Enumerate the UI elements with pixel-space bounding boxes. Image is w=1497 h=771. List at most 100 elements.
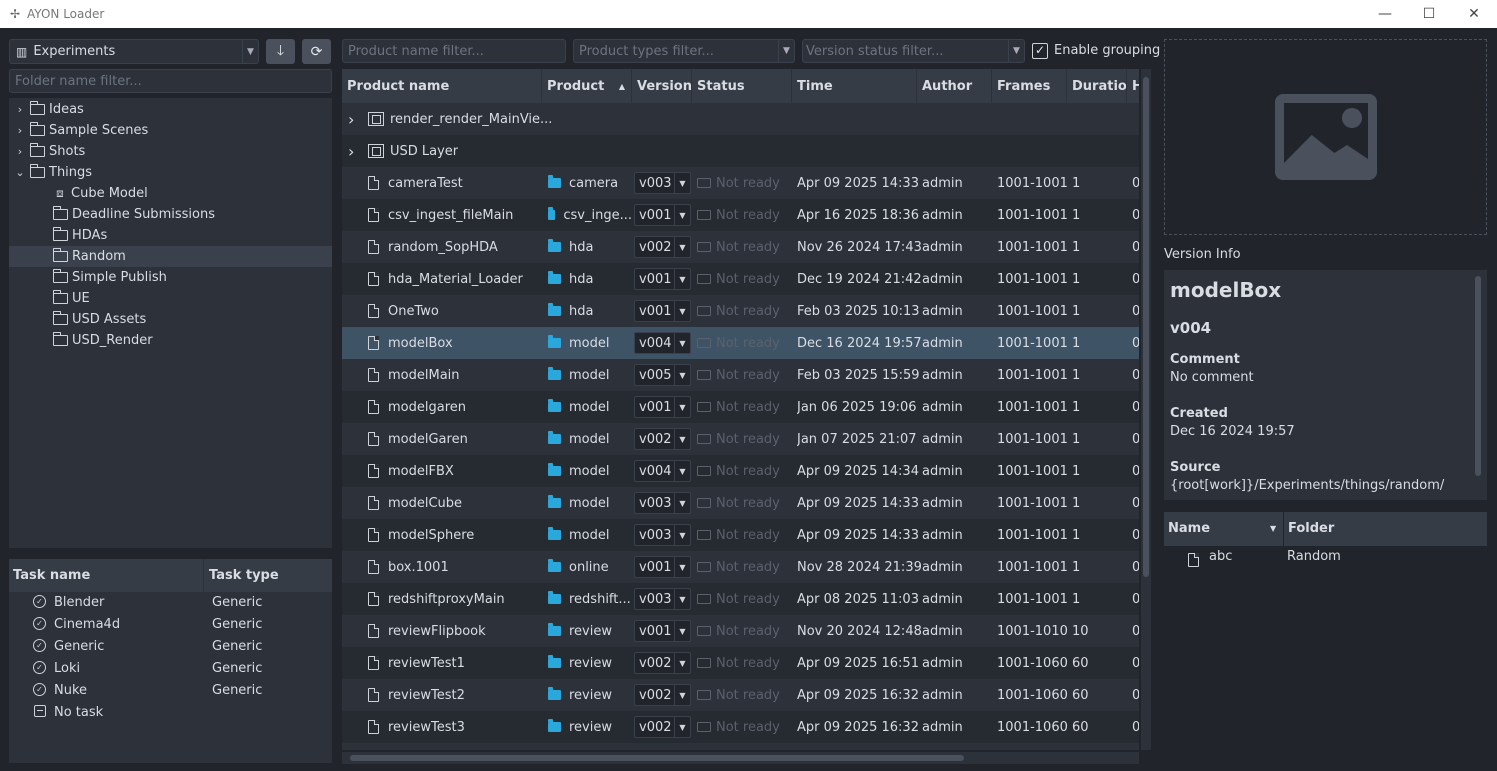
column-header-product[interactable]: Product ▲ — [542, 69, 632, 103]
version-dropdown[interactable]: v001 ▼ — [634, 620, 691, 642]
rep-name-header[interactable]: Name — [1168, 521, 1210, 536]
column-header-status[interactable]: Status — [692, 69, 792, 103]
scroll-thumb[interactable] — [1143, 77, 1149, 577]
product-row[interactable]: box.1001 online v001 ▼ Not ready Nov 28 2024 … — [342, 551, 1139, 583]
product-row[interactable]: modelBox model v004 ▼ Not ready Dec 16 2024 1… — [342, 327, 1139, 359]
folder-item[interactable]: › Shots — [9, 141, 332, 162]
chevron-right-icon[interactable]: › — [14, 103, 26, 116]
column-header-product-name[interactable]: Product name — [342, 69, 542, 103]
column-header-h[interactable]: H — [1127, 69, 1139, 103]
column-header-duratio[interactable]: Duratio — [1067, 69, 1127, 103]
version-dropdown[interactable]: v004 ▼ — [634, 460, 691, 482]
product-row[interactable]: hda_Material_Loader hda v001 ▼ Not ready Dec … — [342, 263, 1139, 295]
product-name-filter-input[interactable]: Product name filter... — [342, 39, 566, 63]
chevron-right-icon[interactable]: › — [14, 124, 26, 137]
task-name-header[interactable]: Task name — [13, 568, 90, 583]
scroll-thumb[interactable] — [350, 755, 964, 761]
product-name: redshiftproxyMain — [388, 591, 505, 607]
version-dropdown[interactable]: v002 ▼ — [634, 236, 691, 258]
column-header-author[interactable]: Author — [917, 69, 992, 103]
column-header-label: Product — [547, 78, 605, 94]
product-table-vertical-scrollbar[interactable] — [1141, 69, 1151, 750]
column-header-version[interactable]: Version — [632, 69, 692, 103]
product-row[interactable]: reviewTest3 review v002 ▼ Not ready Apr 09 20… — [342, 711, 1139, 743]
version-dropdown[interactable]: v002 ▼ — [634, 652, 691, 674]
refresh-button[interactable]: ⟳ — [302, 39, 331, 64]
product-row[interactable]: modelFBX model v004 ▼ Not ready Apr 09 2025 1… — [342, 455, 1139, 487]
version-dropdown[interactable]: v001 ▼ — [634, 204, 691, 226]
product-row[interactable]: reviewTest2 review v002 ▼ Not ready Apr 09 20… — [342, 679, 1139, 711]
representation-row[interactable]: abc Random — [1164, 546, 1487, 568]
folder-item[interactable]: Random — [9, 246, 332, 267]
folder-item[interactable]: USD_Render — [9, 330, 332, 351]
task-row[interactable]: ✓ Loki Generic — [9, 658, 332, 680]
product-row[interactable]: reviewTest1 review v002 ▼ Not ready Apr 09 20… — [342, 647, 1139, 679]
go-to-current-button[interactable]: 🡓 — [266, 39, 295, 64]
version-dropdown[interactable]: v001 ▼ — [634, 300, 691, 322]
chevron-right-icon[interactable]: › — [348, 110, 362, 129]
chevron-right-icon[interactable]: › — [14, 145, 26, 158]
version-dropdown[interactable]: v005 ▼ — [634, 364, 691, 386]
product-table-horizontal-scrollbar[interactable] — [342, 752, 1139, 764]
product-row[interactable]: cameraTest camera v003 ▼ Not ready Apr 09 202… — [342, 167, 1139, 199]
product-row[interactable]: reviewFlipbook review v001 ▼ Not ready Nov 20… — [342, 615, 1139, 647]
maximize-button[interactable]: ☐ — [1406, 0, 1452, 28]
folder-item[interactable]: Simple Publish — [9, 267, 332, 288]
version-status-filter[interactable]: Version status filter... ▼ — [802, 39, 1025, 63]
enable-grouping-checkbox[interactable]: ✓ — [1032, 43, 1048, 59]
product-row[interactable]: modelGaren model v002 ▼ Not ready Jan 07 2025… — [342, 423, 1139, 455]
folder-item[interactable]: HDAs — [9, 225, 332, 246]
minimize-button[interactable]: — — [1362, 0, 1408, 28]
version-dropdown[interactable]: v001 ▼ — [634, 556, 691, 578]
rep-folder-header[interactable]: Folder — [1288, 521, 1334, 536]
project-selector[interactable]: ▥ Experiments ▼ — [9, 39, 259, 64]
chevron-down-icon[interactable]: ⌄ — [14, 166, 26, 179]
column-header-time[interactable]: Time — [792, 69, 917, 103]
column-header-label: Status — [697, 78, 745, 94]
product-row[interactable]: modelCube model v003 ▼ Not ready Apr 09 2025 … — [342, 487, 1139, 519]
version-info-scrollbar[interactable] — [1475, 276, 1481, 476]
version-dropdown[interactable]: v002 ▼ — [634, 716, 691, 738]
folder-filter-input[interactable]: Folder name filter... — [9, 69, 332, 93]
product-row[interactable]: csv_ingest_fileMain csv_inge... v001 ▼ Not r… — [342, 199, 1139, 231]
product-row[interactable]: modelgaren model v001 ▼ Not ready Jan 06 2025… — [342, 391, 1139, 423]
version-dropdown[interactable]: v001 ▼ — [634, 396, 691, 418]
folder-item[interactable]: UE — [9, 288, 332, 309]
product-row[interactable]: OneTwo hda v001 ▼ Not ready Feb 03 2025 10:13… — [342, 295, 1139, 327]
product-duration: 60 — [1072, 655, 1089, 671]
version-dropdown[interactable]: v003 ▼ — [634, 172, 691, 194]
chevron-right-icon[interactable]: › — [348, 142, 362, 161]
version-dropdown[interactable]: v002 ▼ — [634, 428, 691, 450]
task-type-header[interactable]: Task type — [203, 559, 279, 592]
task-row[interactable]: ✓ Nuke Generic — [9, 680, 332, 702]
version-dropdown[interactable]: v003 ▼ — [634, 524, 691, 546]
version-dropdown[interactable]: v004 ▼ — [634, 332, 691, 354]
folder-item[interactable]: ⧈ Cube Model — [9, 183, 332, 204]
task-row[interactable]: ✓ Generic Generic — [9, 636, 332, 658]
close-button[interactable]: ✕ — [1451, 0, 1497, 28]
folder-item[interactable]: ⌄ Things — [9, 162, 332, 183]
version-value: v004 — [639, 335, 672, 351]
version-dropdown[interactable]: v002 ▼ — [634, 684, 691, 706]
folder-item[interactable]: Deadline Submissions — [9, 204, 332, 225]
version-dropdown[interactable]: v003 ▼ — [634, 588, 691, 610]
folder-item[interactable]: › Ideas — [9, 99, 332, 120]
product-group-row[interactable]: › USD Layer — [342, 135, 1139, 167]
product-row[interactable]: redshiftproxyMain redshift... v003 ▼ Not rea… — [342, 583, 1139, 615]
task-row[interactable]: No task — [9, 702, 332, 724]
product-type: model — [569, 431, 610, 447]
version-dropdown[interactable]: v001 ▼ — [634, 268, 691, 290]
folder-item[interactable]: USD Assets — [9, 309, 332, 330]
task-row[interactable]: ✓ Cinema4d Generic — [9, 614, 332, 636]
column-header-frames[interactable]: Frames — [992, 69, 1067, 103]
product-group-row[interactable]: › render_render_MainVie... — [342, 103, 1139, 135]
product-row[interactable]: random_SopHDA hda v002 ▼ Not ready Nov 26 202… — [342, 231, 1139, 263]
version-dropdown[interactable]: v003 ▼ — [634, 492, 691, 514]
folder-item[interactable]: › Sample Scenes — [9, 120, 332, 141]
product-types-filter[interactable]: Product types filter... ▼ — [573, 39, 795, 63]
task-row[interactable]: ✓ Blender Generic — [9, 592, 332, 614]
product-row[interactable]: modelMain model v005 ▼ Not ready Feb 03 2025 … — [342, 359, 1139, 391]
product-h: 0 — [1132, 431, 1139, 447]
version-value: v003 — [639, 495, 672, 511]
product-row[interactable]: modelSphere model v003 ▼ Not ready Apr 09 202… — [342, 519, 1139, 551]
